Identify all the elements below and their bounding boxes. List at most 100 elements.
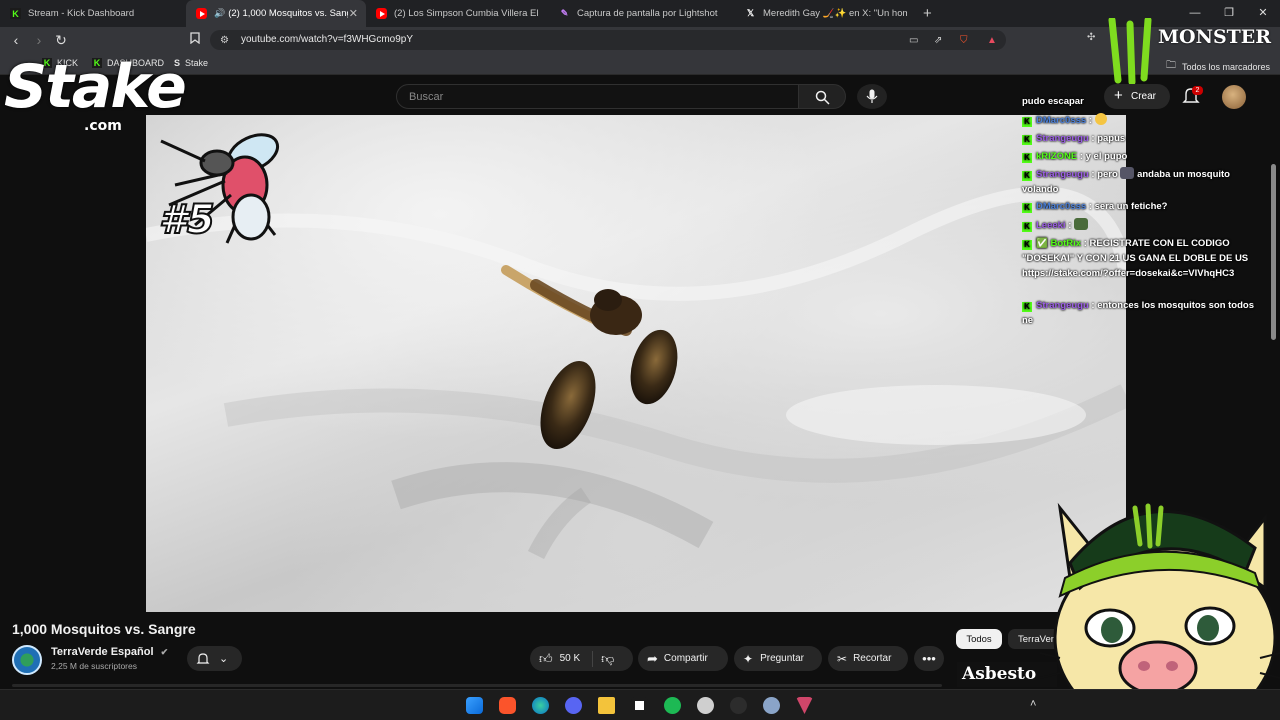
valorant-icon[interactable]: [796, 697, 813, 714]
tab-youtube-mosquitos[interactable]: 🔊 (2) 1,000 Mosquitos vs. Sangre ✕: [186, 0, 366, 27]
ask-label: Preguntar: [760, 653, 804, 664]
stake-logo: Stake .com: [0, 52, 187, 138]
search-input[interactable]: Buscar: [396, 84, 799, 109]
chat-message: K Leeeki :: [1022, 218, 1256, 233]
address-bar: ‹ › ↻ ⚙ youtube.com/watch?v=f3WHGcmo9pY …: [0, 27, 1280, 53]
clip-button[interactable]: ✂ Recortar: [828, 646, 908, 671]
channel-name: TerraVerde Español: [51, 646, 154, 658]
monster-energy-logo: MONSTER: [1100, 14, 1280, 84]
search-button[interactable]: [798, 84, 846, 109]
brave-rewards-icon[interactable]: ▲: [987, 35, 997, 46]
chat-username: Strangeugu: [1036, 169, 1089, 180]
share-button[interactable]: ➦ Compartir: [638, 646, 728, 671]
chat-username: kRIZONE: [1036, 151, 1078, 162]
tab-x-post[interactable]: 𝕏 Meredith Gay 🏒✨ en X: "Un homb: [735, 0, 917, 27]
tab-kick-dashboard[interactable]: K Stream - Kick Dashboard: [0, 0, 186, 27]
back-icon[interactable]: ‹: [8, 32, 24, 48]
more-actions-button[interactable]: •••: [914, 646, 944, 671]
emote-icon: [1120, 167, 1135, 179]
browser-tab-bar: K Stream - Kick Dashboard 🔊 (2) 1,000 Mo…: [0, 0, 1280, 27]
x-icon: 𝕏: [746, 8, 755, 18]
reload-icon[interactable]: ↻: [53, 32, 69, 48]
chat-text: pudo escapar: [1022, 96, 1084, 107]
bot-badge-icon: ✅: [1036, 238, 1048, 249]
dislike-icon[interactable]: 👎︎: [601, 651, 614, 667]
like-count[interactable]: 50 K: [560, 653, 581, 664]
more-icon: •••: [922, 651, 936, 666]
ask-button[interactable]: ✦ Preguntar: [734, 646, 822, 671]
chip-all[interactable]: Todos: [956, 629, 1002, 649]
chat-text: :: [1088, 115, 1092, 126]
chat-text: : y el pupo: [1079, 151, 1128, 162]
obs-camera-icon[interactable]: [631, 697, 648, 714]
clip-label: Recortar: [853, 653, 892, 664]
share-label: Compartir: [663, 653, 708, 664]
brave-browser-icon[interactable]: [499, 697, 516, 714]
chat-username: Strangeugu: [1036, 133, 1089, 144]
subscribed-bell-button[interactable]: ⌄: [187, 646, 242, 671]
kick-badge-icon: K: [1022, 153, 1032, 163]
bookmark-icon[interactable]: [187, 32, 203, 48]
tab-title: (2) Los Simpson Cumbia Villera El Pri: [394, 8, 539, 19]
cast-icon[interactable]: ▭: [909, 35, 918, 46]
verified-icon: ✔: [160, 647, 169, 657]
kick-badge-icon: K: [1022, 135, 1032, 145]
new-tab-button[interactable]: +: [923, 5, 932, 22]
tab-lightshot[interactable]: ✎ Captura de pantalla por Lightshot: [549, 0, 735, 27]
chat-message: K Strangeugu : pero andaba un mosquito vo…: [1022, 167, 1256, 197]
chip-label: Todos: [966, 633, 992, 645]
tab-title: Meredith Gay 🏒✨ en X: "Un homb: [763, 8, 907, 19]
sparkle-icon: ✦: [743, 651, 754, 666]
search-placeholder: Buscar: [409, 91, 444, 103]
chat-message: pudo escapar: [1022, 94, 1256, 109]
edge-browser-icon[interactable]: [532, 697, 549, 714]
close-tab-icon[interactable]: ✕: [349, 7, 358, 20]
rank-number-overlay: #5: [155, 125, 295, 247]
monster-wordmark: MONSTER: [1158, 26, 1272, 48]
search-icon: [815, 90, 830, 105]
video-title: 1,000 Mosquitos vs. Sangre: [12, 621, 196, 637]
like-dislike-group: 👍︎ 50 K 👎︎: [530, 646, 633, 671]
chat-username: Strangeugu: [1036, 300, 1089, 311]
windows-start-icon[interactable]: [466, 697, 483, 714]
like-icon[interactable]: 👍︎: [539, 651, 553, 667]
forward-icon[interactable]: ›: [31, 32, 47, 48]
chat-message: K DMarc0sss : sera un fetiche?: [1022, 199, 1256, 214]
stake-domain: .com: [84, 118, 122, 134]
extensions-icon[interactable]: ✣: [1087, 32, 1095, 43]
tab-youtube-simpson[interactable]: (2) Los Simpson Cumbia Villera El Pri: [366, 0, 549, 27]
tab-title: Captura de pantalla por Lightshot: [577, 8, 718, 19]
kick-badge-icon: K: [1022, 302, 1032, 312]
settings-gear-icon[interactable]: [763, 697, 780, 714]
channel-avatar[interactable]: [12, 645, 42, 675]
chat-username: Leeeki: [1036, 220, 1066, 231]
left-blank-area: [0, 115, 146, 612]
brave-shield-icon[interactable]: ⛉: [960, 35, 968, 46]
youtube-icon: [376, 8, 387, 19]
chat-username: BotRix: [1050, 238, 1082, 249]
chevron-up-icon[interactable]: ˄: [1030, 698, 1036, 710]
bell-icon: [196, 652, 210, 664]
windows-taskbar: ˄: [0, 689, 1280, 720]
app-icon[interactable]: [730, 697, 747, 714]
share-icon[interactable]: ⇗: [934, 35, 942, 46]
share-arrow-icon: ➦: [647, 650, 658, 666]
discord-icon[interactable]: [565, 697, 582, 714]
chat-message: K Strangeugu : papus: [1022, 131, 1256, 146]
speaker-icon: 🔊: [214, 8, 226, 18]
voice-search-button[interactable]: [857, 84, 887, 109]
kick-badge-icon: K: [1022, 171, 1032, 181]
chat-message: K ✅ BotRix : REGISTRATE CON EL CODIGO "DO…: [1022, 236, 1256, 281]
kick-badge-icon: K: [1022, 203, 1032, 213]
obs-studio-icon[interactable]: [697, 697, 714, 714]
channel-name-row[interactable]: TerraVerde Español ✔: [51, 646, 168, 658]
spotify-icon[interactable]: [664, 697, 681, 714]
site-settings-icon[interactable]: ⚙: [220, 35, 229, 46]
file-explorer-icon[interactable]: [598, 697, 615, 714]
chat-text: :: [1068, 220, 1072, 231]
url-field[interactable]: ⚙ youtube.com/watch?v=f3WHGcmo9pY ▭ ⇗ ⛉ …: [210, 30, 1006, 50]
screen: K Stream - Kick Dashboard 🔊 (2) 1,000 Mo…: [0, 0, 1280, 720]
page-scrollbar[interactable]: [1271, 164, 1276, 340]
description-preview-bar: [12, 684, 942, 687]
monster-claw-icon: [1108, 18, 1152, 84]
